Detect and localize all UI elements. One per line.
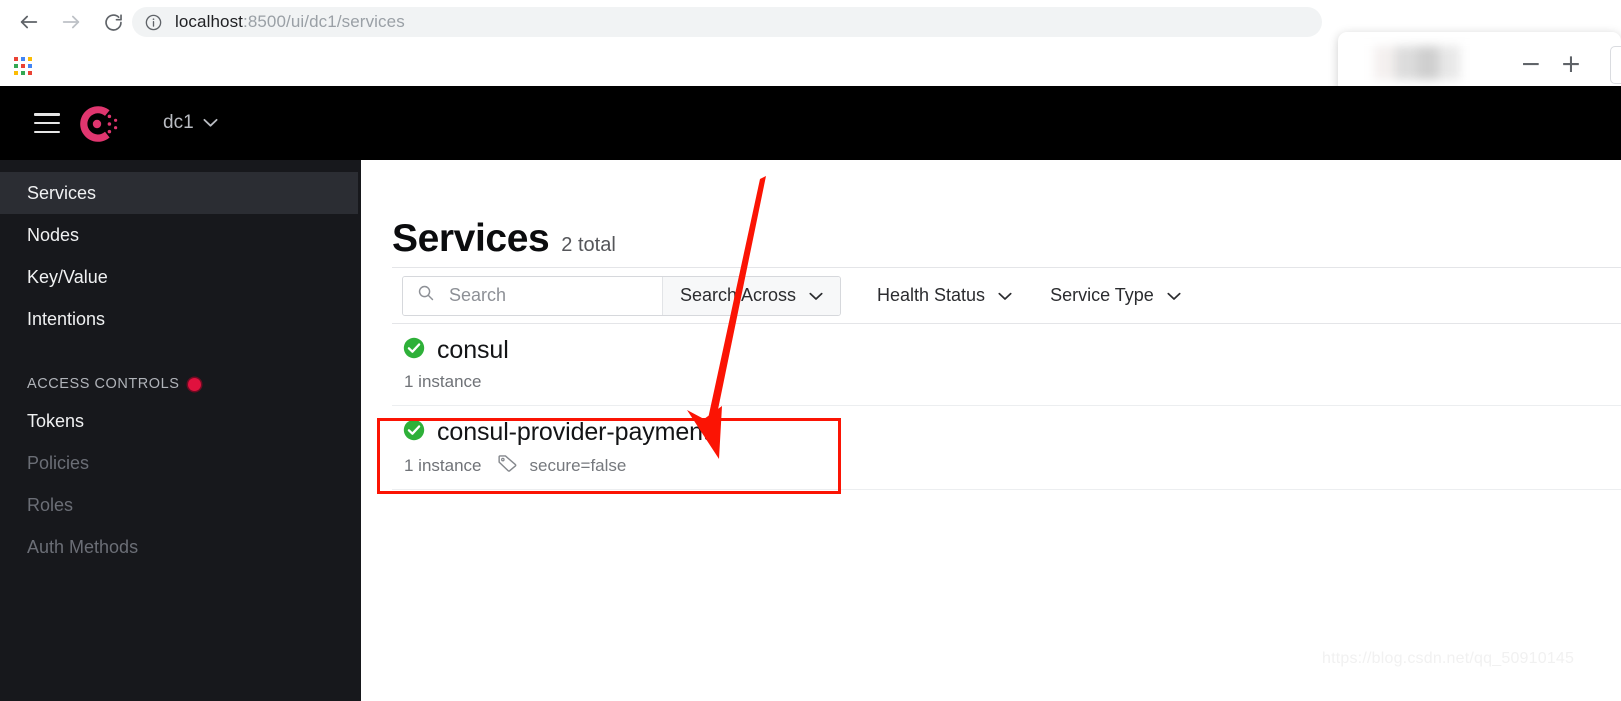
red-dot-badge-icon	[188, 377, 202, 391]
sidebar-item-label: Intentions	[27, 308, 106, 329]
blurred-popup-content	[1352, 46, 1483, 80]
tag-icon	[497, 454, 518, 478]
datacenter-label: dc1	[163, 112, 194, 133]
sidebar-item-policies[interactable]: Policies	[0, 442, 361, 484]
sidebar-item-label: Services	[27, 182, 97, 203]
health-status-filter[interactable]: Health Status	[873, 277, 1016, 315]
service-tag: secure=false	[497, 454, 627, 478]
consul-app: dc1 Services Nodes Key/Value Intentions …	[0, 86, 1621, 701]
sidebar-item-label: Key/Value	[27, 266, 108, 287]
sidebar-item-intentions[interactable]: Intentions	[0, 298, 361, 340]
service-name: consul-provider-payment	[437, 417, 710, 446]
reload-button[interactable]	[96, 5, 130, 39]
back-arrow-icon	[18, 11, 40, 33]
apps-grid-icon[interactable]	[14, 57, 32, 75]
service-meta: 1 instance	[403, 372, 1621, 392]
hamburger-menu-icon[interactable]	[34, 113, 60, 133]
instance-count: 1 instance	[404, 371, 482, 391]
sidebar-item-roles[interactable]: Roles	[0, 484, 361, 526]
health-passing-check-icon	[403, 337, 425, 364]
sidebar-group-access-controls: ACCESS CONTROLS	[0, 368, 361, 400]
health-status-label: Health Status	[877, 285, 986, 305]
browser-chrome: localhost:8500/ui/dc1/services 应用 − +	[0, 0, 1621, 126]
search-across-dropdown[interactable]: Search Across	[662, 276, 840, 315]
zoom-in-button[interactable]: +	[1556, 48, 1586, 78]
sidebar-item-label: Nodes	[27, 224, 80, 245]
filter-toolbar: Search Across Health Status S	[392, 267, 1621, 324]
table-row[interactable]: consul-provider-payment 1 instance secur…	[392, 406, 1621, 490]
search-field[interactable]	[403, 276, 662, 315]
url-path: :8500/ui/dc1/services	[243, 12, 405, 31]
datacenter-selector[interactable]: dc1	[163, 108, 218, 138]
service-name-line: consul	[403, 336, 1621, 365]
sidebar-item-auth-methods[interactable]: Auth Methods	[0, 526, 361, 568]
url-text: localhost:8500/ui/dc1/services	[175, 12, 405, 32]
sidebar-item-label: Auth Methods	[27, 536, 139, 557]
search-across-label: Search Across	[679, 285, 797, 305]
page-title: Services	[392, 217, 550, 260]
service-type-label: Service Type	[1050, 285, 1154, 305]
chevron-down-icon	[1167, 285, 1181, 306]
reload-icon	[103, 12, 124, 33]
search-group: Search Across	[402, 275, 841, 316]
service-name: consul	[437, 335, 509, 364]
search-icon	[417, 284, 435, 307]
main-content: Services 2 total Search Across	[361, 160, 1621, 701]
services-total-count: 2 total	[561, 234, 616, 256]
table-row[interactable]: consul 1 instance	[392, 322, 1621, 406]
sidebar-item-tokens[interactable]: Tokens	[0, 400, 361, 442]
site-info-icon[interactable]	[144, 13, 163, 32]
service-type-filter[interactable]: Service Type	[1046, 277, 1185, 315]
address-bar[interactable]: localhost:8500/ui/dc1/services	[132, 7, 1322, 37]
sidebar-item-label: Tokens	[27, 410, 85, 431]
zoom-out-button[interactable]: −	[1516, 48, 1546, 78]
health-passing-check-icon	[403, 419, 425, 446]
back-button[interactable]	[12, 5, 46, 39]
tag-text: secure=false	[529, 455, 627, 475]
page-header: Services 2 total	[392, 217, 616, 261]
sidebar-top-spacer	[0, 160, 361, 172]
chevron-down-icon	[998, 285, 1012, 306]
sidebar-item-label: Policies	[27, 452, 90, 473]
sidebar-item-services[interactable]: Services	[0, 172, 358, 214]
forward-button[interactable]	[54, 5, 88, 39]
chevron-down-icon	[203, 112, 218, 134]
url-host: localhost	[175, 12, 243, 31]
app-topbar: dc1	[0, 86, 1621, 160]
sidebar-nav: Services Nodes Key/Value Intentions ACCE…	[0, 160, 361, 701]
watermark-text: https://blog.csdn.net/qq_50910145	[1322, 650, 1575, 667]
sidebar-item-key-value[interactable]: Key/Value	[0, 256, 361, 298]
search-input[interactable]	[447, 284, 626, 307]
service-name-line: consul-provider-payment	[403, 418, 1621, 447]
forward-arrow-icon	[60, 11, 82, 33]
instance-count: 1 instance	[404, 455, 482, 475]
popup-edge-button[interactable]	[1610, 46, 1621, 84]
consul-logo-icon[interactable]	[76, 103, 120, 145]
services-list: consul 1 instance consul-provider-paymen…	[392, 322, 1621, 490]
zoom-popup-panel[interactable]: − +	[1338, 32, 1621, 94]
chevron-down-icon	[809, 285, 823, 306]
sidebar-group-label: ACCESS CONTROLS	[27, 376, 180, 392]
service-meta: 1 instance secure=false	[403, 454, 1621, 478]
sidebar-item-label: Roles	[27, 494, 74, 515]
sidebar-item-nodes[interactable]: Nodes	[0, 214, 361, 256]
